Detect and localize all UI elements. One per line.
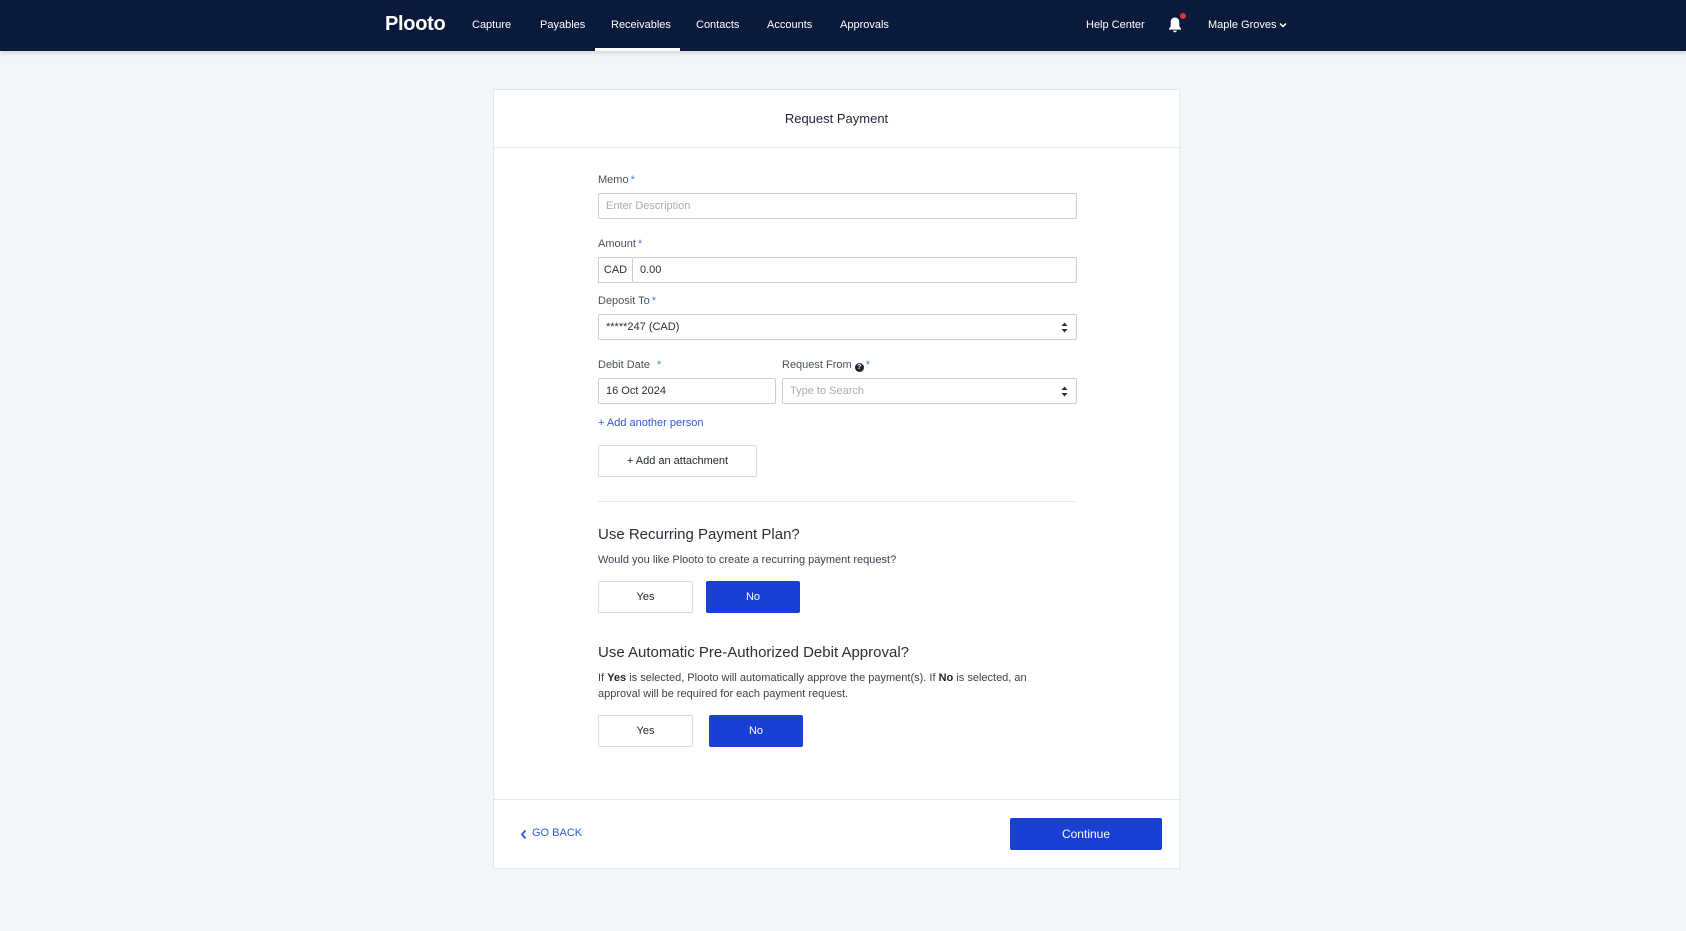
nav-item-accounts[interactable]: Accounts (767, 0, 812, 51)
plooto-logo[interactable]: Plooto (385, 13, 446, 36)
amount-input[interactable]: 0.00 (632, 257, 1077, 283)
pad-desc-yes: Yes (607, 672, 627, 684)
request-from-label-text: Request From (782, 359, 852, 371)
deposit-to-label-text: Deposit To (598, 295, 650, 307)
chevron-left-icon[interactable] (520, 829, 527, 840)
memo-label-text: Memo (598, 174, 629, 186)
pad-desc-no: No (938, 672, 954, 684)
add-attachment-button[interactable]: + Add an attachment (598, 445, 757, 477)
pad-desc-text: If (598, 672, 605, 684)
pad-section-title: Use Automatic Pre-Authorized Debit Appro… (598, 644, 909, 661)
amount-label: Amount * (598, 238, 642, 250)
required-marker: * (865, 359, 870, 371)
request-from-label: Request From? * (782, 359, 870, 372)
help-center-link[interactable]: Help Center (1086, 0, 1145, 50)
sort-arrows-icon (1061, 386, 1068, 397)
card-footer: GO BACK Continue (494, 799, 1179, 869)
nav-item-approvals[interactable]: Approvals (840, 0, 889, 51)
request-from-placeholder: Type to Search (790, 385, 864, 397)
debit-date-input[interactable]: 16 Oct 2024 (598, 378, 776, 404)
sort-arrows-icon (1061, 322, 1068, 333)
bell-icon[interactable] (1168, 16, 1182, 34)
top-navigation-bar: Plooto Capture Payables Receivables Cont… (0, 0, 1686, 51)
memo-placeholder: Enter Description (606, 200, 691, 212)
recurring-section-title: Use Recurring Payment Plan? (598, 526, 800, 543)
deposit-to-select[interactable]: *****247 (CAD) (598, 314, 1077, 340)
nav-item-receivables[interactable]: Receivables (595, 0, 680, 51)
card-title: Request Payment (494, 90, 1179, 148)
currency-addon: CAD (598, 257, 632, 283)
request-payment-card: Request Payment Memo * Enter Description … (493, 89, 1180, 869)
continue-button[interactable]: Continue (1010, 818, 1162, 850)
nav-item-capture[interactable]: Capture (472, 0, 511, 51)
go-back-link[interactable]: GO BACK (532, 827, 582, 839)
amount-label-text: Amount (598, 238, 636, 250)
pad-yes-button[interactable]: Yes (598, 715, 693, 747)
pad-desc-text: is selected, Plooto will automatically a… (629, 672, 936, 684)
help-icon[interactable]: ? (854, 363, 864, 372)
deposit-to-label: Deposit To * (598, 295, 656, 307)
recurring-yes-button[interactable]: Yes (598, 581, 693, 613)
memo-label: Memo * (598, 174, 635, 186)
required-marker: * (630, 174, 635, 186)
user-menu[interactable]: Maple Groves (1208, 0, 1276, 50)
required-marker: * (657, 359, 662, 371)
nav-item-contacts[interactable]: Contacts (696, 0, 739, 51)
chevron-down-icon[interactable] (1278, 20, 1288, 30)
memo-input[interactable]: Enter Description (598, 193, 1077, 219)
debit-date-label-text: Debit Date (598, 359, 650, 371)
deposit-to-value: *****247 (CAD) (606, 321, 680, 333)
nav-item-payables[interactable]: Payables (540, 0, 585, 51)
pad-no-button[interactable]: No (709, 715, 803, 747)
recurring-section-description: Would you like Plooto to create a recurr… (598, 554, 897, 566)
add-another-person-link[interactable]: + Add another person (598, 417, 704, 429)
request-from-select[interactable]: Type to Search (782, 378, 1077, 404)
pad-section-description: If Yes is selected, Plooto will automati… (598, 670, 1068, 702)
debit-date-label: Debit Date * (598, 359, 661, 371)
recurring-no-button[interactable]: No (706, 581, 800, 613)
notification-dot (1180, 13, 1186, 19)
section-divider (598, 501, 1076, 502)
required-marker: * (651, 295, 657, 307)
required-marker: * (637, 238, 643, 250)
